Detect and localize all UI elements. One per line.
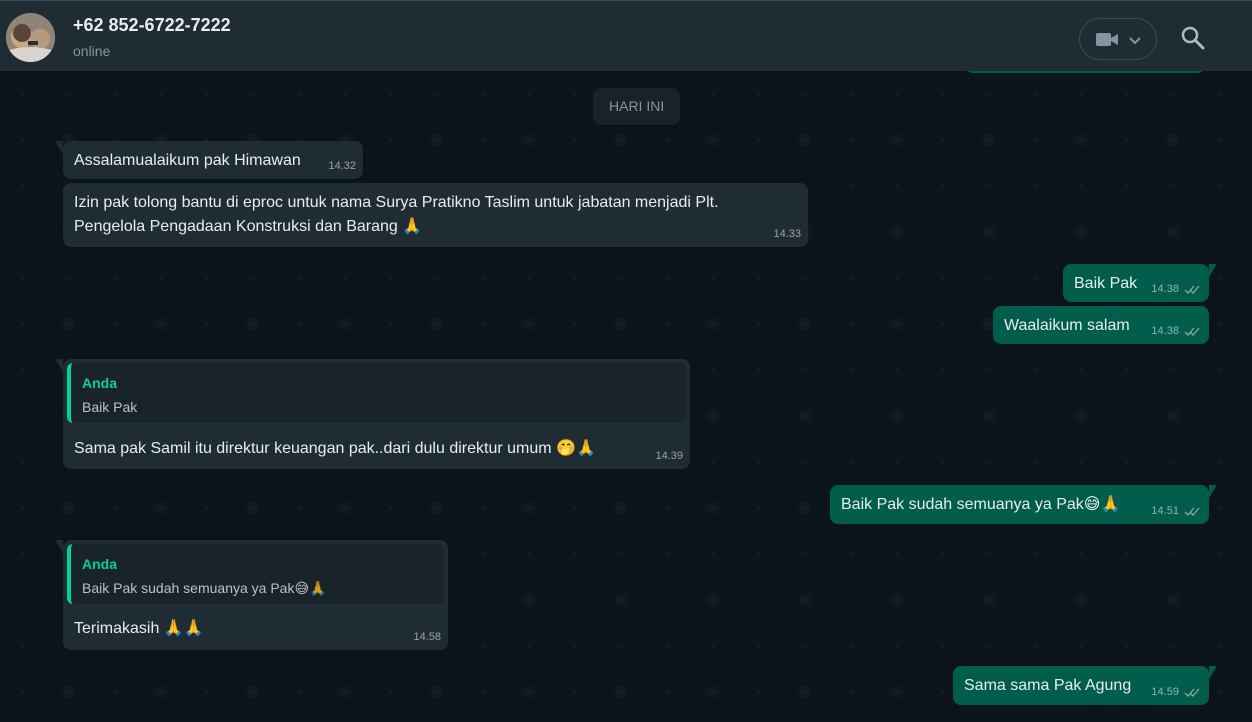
quote-author: Anda: [82, 556, 117, 572]
message-meta: 14.38: [1151, 282, 1202, 297]
double-check-icon: [1184, 327, 1200, 336]
quote-author: Anda: [82, 375, 117, 391]
quote-text: Baik Pak sudah semuanya ya Pak😅🙏: [82, 580, 327, 596]
incoming-message[interactable]: Izin pak tolong bantu di eproc untuk nam…: [63, 183, 808, 247]
quoted-message[interactable]: Anda Baik Pak: [67, 363, 686, 423]
contact-status: online: [73, 43, 111, 59]
message-time: 14.38: [1151, 283, 1179, 295]
previous-message-edge: [965, 71, 1205, 73]
message-time: 14.51: [1151, 505, 1179, 517]
message-text: Assalamualaikum pak Himawan: [74, 152, 301, 169]
message-time: 14.59: [1151, 686, 1179, 698]
search-icon: [1181, 26, 1205, 50]
message-text: Baik Pak: [1074, 275, 1138, 292]
message-text: Waalaikum salam: [1004, 317, 1130, 334]
avatar-photo: [6, 13, 55, 62]
message-text: Terimakasih 🙏🙏: [74, 620, 204, 637]
double-check-icon: [1184, 285, 1200, 294]
contact-avatar[interactable]: [6, 13, 55, 62]
message-time: 14.39: [655, 450, 683, 462]
chat-panel[interactable]: HARI INI Assalamualaikum pak Himawan 14.…: [0, 71, 1252, 722]
double-check-icon: [1184, 688, 1200, 697]
double-check-icon: [1184, 507, 1200, 516]
quote-text: Baik Pak: [82, 399, 138, 415]
video-camera-icon: [1096, 33, 1141, 46]
outgoing-message[interactable]: Baik Pak 14.38: [1063, 264, 1217, 302]
search-button[interactable]: [1180, 25, 1206, 51]
message-meta: 14.38: [1151, 324, 1202, 339]
message-time: 14.32: [328, 160, 356, 172]
contact-name[interactable]: +62 852-6722-7222: [73, 15, 231, 36]
date-divider: HARI INI: [593, 88, 681, 125]
chat-header: +62 852-6722-7222 online: [0, 0, 1252, 71]
message-time: 14.38: [1151, 325, 1179, 337]
message-text-line-2: Pengelola Pengadaan Konstruksi dan Baran…: [74, 218, 423, 235]
incoming-reply-message[interactable]: Anda Baik Pak Sama pak Samil itu direktu…: [55, 359, 690, 469]
video-call-button[interactable]: [1079, 18, 1157, 60]
incoming-message[interactable]: Assalamualaikum pak Himawan 14.32: [55, 141, 363, 179]
message-text: Baik Pak sudah semuanya ya Pak😅🙏: [841, 496, 1121, 513]
message-time: 14.33: [773, 228, 801, 240]
incoming-reply-message[interactable]: Anda Baik Pak sudah semuanya ya Pak😅🙏 Te…: [55, 540, 448, 650]
message-text: Sama pak Samil itu direktur keuangan pak…: [74, 440, 596, 457]
outgoing-message[interactable]: Baik Pak sudah semuanya ya Pak😅🙏 14.51: [830, 485, 1217, 524]
outgoing-message[interactable]: Waalaikum salam 14.38: [993, 306, 1209, 344]
quoted-message[interactable]: Anda Baik Pak sudah semuanya ya Pak😅🙏: [67, 544, 444, 604]
outgoing-message[interactable]: Sama sama Pak Agung 14.59: [953, 666, 1217, 705]
message-meta: 14.51: [1151, 504, 1202, 519]
message-meta: 14.59: [1151, 685, 1202, 700]
message-text: Sama sama Pak Agung: [964, 677, 1132, 694]
chevron-down-icon: [1129, 37, 1141, 45]
message-time: 14.58: [413, 631, 441, 643]
message-text-line-1: Izin pak tolong bantu di eproc untuk nam…: [74, 194, 719, 211]
